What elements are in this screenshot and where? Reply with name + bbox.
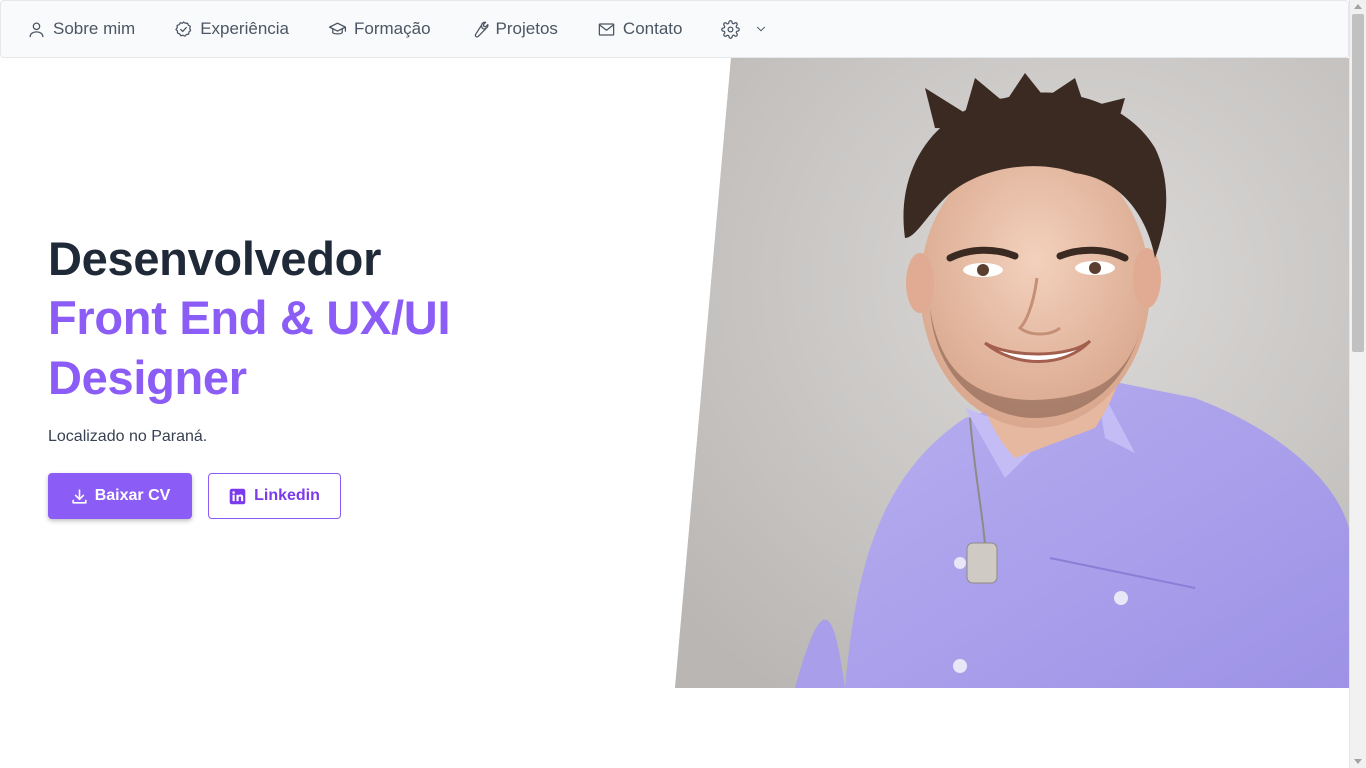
- nav-item-sobre-mim[interactable]: Sobre mim: [27, 0, 135, 58]
- scroll-down-arrow-icon[interactable]: [1354, 759, 1362, 764]
- nav-item-experiencia[interactable]: Experiência: [174, 0, 289, 58]
- hero-title-line1: Desenvolvedor: [48, 232, 382, 285]
- download-cv-button[interactable]: Baixar CV: [48, 473, 192, 519]
- nav-item-projetos[interactable]: Projetos: [470, 0, 558, 58]
- gear-icon: [721, 19, 741, 39]
- mail-icon: [598, 22, 615, 36]
- nav-item-label: Contato: [622, 19, 683, 38]
- check-circle-icon: [175, 20, 192, 37]
- nav-item-label: Sobre mim: [53, 19, 136, 38]
- linkedin-icon: [229, 488, 246, 504]
- nav-item-label: Projetos: [495, 19, 558, 38]
- download-icon: [72, 488, 87, 504]
- nav-item-contato[interactable]: Contato: [597, 0, 683, 58]
- settings-dropdown[interactable]: [721, 0, 768, 58]
- profile-photo: [675, 58, 1349, 688]
- user-icon: [29, 22, 44, 37]
- wrench-icon: [474, 21, 489, 37]
- download-cv-label: Baixar CV: [94, 487, 171, 504]
- hero-title-accent: Front End & UX/UI Designer: [48, 291, 451, 404]
- nav-item-formacao[interactable]: Formação: [328, 0, 431, 58]
- scroll-up-arrow-icon[interactable]: [1354, 4, 1362, 9]
- linkedin-button[interactable]: Linkedin: [208, 473, 341, 519]
- linkedin-label: Linkedin: [254, 487, 320, 504]
- scrollbar[interactable]: [1349, 0, 1366, 768]
- profile-photo-illustration: [675, 58, 1349, 688]
- hero-heading: Desenvolvedor Front End & UX/UI Designer: [48, 230, 518, 408]
- top-navbar: Sobre mim Experiência Formação Projetos …: [0, 0, 1349, 58]
- nav-item-label: Formação: [354, 19, 431, 38]
- scroll-thumb[interactable]: [1352, 14, 1364, 352]
- chevron-down-icon: [757, 26, 766, 32]
- graduation-cap-icon: [328, 22, 347, 34]
- nav-item-label: Experiência: [200, 19, 290, 38]
- location-text: Localizado no Paraná.: [48, 428, 208, 445]
